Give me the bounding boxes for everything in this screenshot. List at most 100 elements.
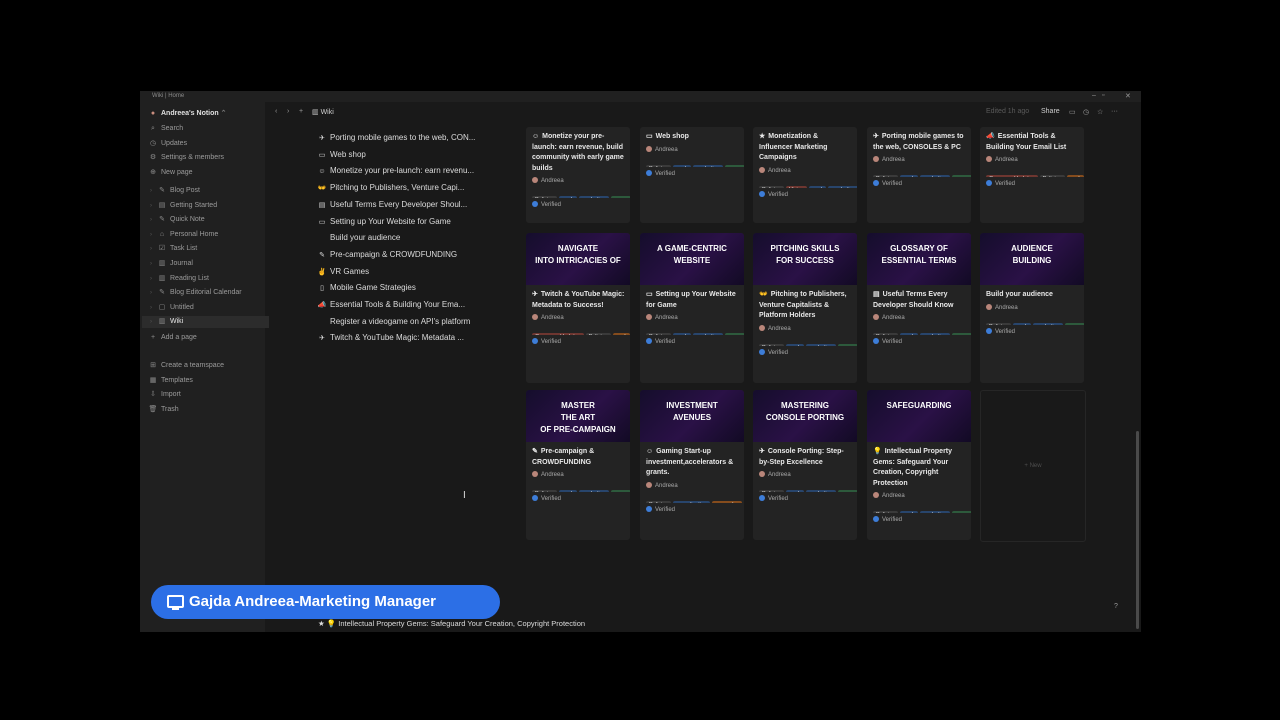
- sidebar-page-quick-note[interactable]: › ✎ Quick Note: [150, 214, 205, 226]
- card-tags: Policiesworkmarketinggame: [640, 321, 744, 335]
- sidebar-trash[interactable]: 🗑 Trash: [148, 404, 179, 416]
- list-item[interactable]: ▤ Useful Terms Every Developer Shoul...: [316, 198, 468, 212]
- gallery-card[interactable]: SAFEGUARDING 💡 Intellectual Property Gems:…: [867, 390, 971, 540]
- page-icon: ✎: [159, 216, 165, 224]
- sidebar-page-reading-list[interactable]: › ▥ Reading List: [150, 273, 209, 285]
- gallery-card[interactable]: NAVIGATE INTO INTRICACIES OF ✈ Twitch & Yo…: [526, 233, 630, 383]
- sidebar-page-wiki[interactable]: › ▥ Wiki: [142, 316, 269, 329]
- gallery-card[interactable]: MASTERING CONSOLE PORTING ✈ Console Portin…: [753, 390, 857, 540]
- author-name: Andreea: [882, 493, 905, 499]
- sidebar-templates[interactable]: ▦ Templates: [148, 375, 193, 387]
- sidebar-page-getting-started[interactable]: › ▤ Getting Started: [150, 200, 217, 212]
- verified-icon: [532, 338, 538, 344]
- back-icon[interactable]: ‹: [275, 108, 277, 115]
- gallery-card[interactable]: ★ Monetization & Influencer Marketing Cam…: [753, 127, 857, 223]
- card-author: Andreea: [526, 174, 630, 184]
- sidebar-create-a-teamspace[interactable]: ⊞ Create a teamspace: [148, 360, 224, 372]
- help-button[interactable]: ?: [1114, 603, 1118, 610]
- breadcrumb[interactable]: ▥ Wiki: [312, 108, 334, 116]
- list-item[interactable]: ▭ Web shop: [316, 148, 366, 162]
- list-item[interactable]: ✈ Porting mobile games to the web, CON...: [316, 131, 475, 145]
- tag-badge: Policies: [759, 343, 784, 346]
- chevron-right-icon[interactable]: ›: [150, 185, 157, 197]
- verified-label: Verified: [768, 191, 789, 198]
- card-title-text: Twitch & YouTube Magic: Metadata to Succ…: [532, 291, 625, 309]
- sidebar-page-untitled[interactable]: › ▢ Untitled: [150, 302, 194, 314]
- chevron-right-icon[interactable]: ›: [150, 243, 157, 255]
- more-icon[interactable]: ···: [1111, 108, 1118, 115]
- sidebar-new-page[interactable]: ⊕ New page: [148, 167, 192, 179]
- tag-badge: work: [785, 343, 804, 346]
- comment-icon[interactable]: ▭: [1069, 108, 1076, 116]
- list-item[interactable]: 👐 Pitching to Publishers, Venture Capi...: [316, 181, 465, 195]
- card-title-text: Essential Tools & Building Your Email Li…: [986, 133, 1067, 151]
- sidebar-settings-members[interactable]: ⚙ Settings & members: [148, 152, 224, 164]
- gallery-card[interactable]: ✈ Porting mobile games to the web, CONSOL…: [867, 127, 971, 223]
- page-icon: ☺: [318, 168, 326, 176]
- share-button[interactable]: Share: [1041, 108, 1060, 115]
- sidebar-page-personal-home[interactable]: › ⌂ Personal Home: [150, 229, 218, 241]
- list-item[interactable]: ✌ VR Games: [316, 265, 369, 279]
- sidebar-page-blog-editorial-calendar[interactable]: › ✎ Blog Editorial Calendar: [150, 287, 242, 299]
- tag-badge: work: [785, 490, 804, 492]
- chevron-right-icon[interactable]: ›: [150, 273, 157, 285]
- forward-icon[interactable]: ›: [287, 108, 289, 115]
- card-title-text: Web shop: [655, 133, 689, 140]
- sidebar-updates[interactable]: ◷ Updates: [148, 138, 187, 150]
- list-item[interactable]: Build your audience: [330, 231, 400, 245]
- chevron-right-icon[interactable]: ›: [150, 287, 157, 299]
- page-icon: ▯: [320, 285, 324, 293]
- history-icon[interactable]: ◷: [1083, 108, 1089, 116]
- maximize-icon[interactable]: ▫: [1102, 92, 1104, 99]
- close-icon[interactable]: ✕: [1125, 92, 1131, 100]
- chevron-right-icon[interactable]: ›: [150, 200, 157, 212]
- list-item[interactable]: ▭ Setting up Your Website for Game: [316, 215, 451, 229]
- gallery-card[interactable]: MASTER THE ART OF PRE-CAMPAIGN ✎ Pre-campa…: [526, 390, 630, 540]
- card-tags: Company UpdatesPolicieswork: [526, 321, 630, 335]
- list-item[interactable]: ▯ Mobile Game Strategies: [316, 281, 416, 295]
- card-title-text: Console Porting: Step-by-Step Excellence: [759, 448, 844, 466]
- list-item[interactable]: 📣 Essential Tools & Building Your Ema...: [316, 298, 465, 312]
- gallery-card[interactable]: AUDIENCE BUILDING Build your audience Andr…: [980, 233, 1084, 383]
- gallery-card[interactable]: ▭Web shopAndreeaPoliciesworkmarketinggam…: [640, 127, 744, 223]
- tag-badge: Vision: [785, 185, 807, 188]
- list-item[interactable]: ✎ Pre-campaign & CROWDFUNDING: [316, 248, 457, 262]
- plus-icon[interactable]: +: [299, 108, 303, 115]
- list-item[interactable]: Register a videogame on API's platform: [330, 315, 470, 329]
- avatar: [986, 156, 992, 162]
- title-bar: Wiki | Home – ▫ ✕: [140, 91, 1141, 102]
- gallery-card[interactable]: PITCHING SKILLS FOR SUCCESS 👐 Pitching to …: [753, 233, 857, 383]
- add-page-button[interactable]: + Add a page: [148, 332, 197, 344]
- gallery-card[interactable]: A GAME-CENTRIC WEBSITE ▭ Setting up Your W…: [640, 233, 744, 383]
- new-card-button[interactable]: + New: [980, 390, 1086, 542]
- gallery-card[interactable]: GLOSSARY OF ESSENTIAL TERMS ▤ Useful Terms…: [867, 233, 971, 383]
- verified-status: Verified: [753, 188, 857, 203]
- chevron-right-icon[interactable]: ›: [150, 302, 157, 314]
- list-item[interactable]: ☺ Monetize your pre-launch: earn revenu..…: [316, 164, 474, 178]
- chevron-right-icon[interactable]: ›: [150, 258, 157, 270]
- footer-list-item[interactable]: ★ 💡 Intellectual Property Gems: Safeguar…: [318, 619, 585, 628]
- favorite-icon[interactable]: ☆: [1097, 108, 1103, 116]
- gallery-card[interactable]: INVESTMENT AVENUES ☺ Gaming Start-up inves…: [640, 390, 744, 540]
- card-title-text: Porting mobile games to the web, CONSOLE…: [873, 133, 964, 151]
- author-name: Andreea: [768, 325, 791, 332]
- sidebar-page-blog-post[interactable]: › ✎ Blog Post: [150, 185, 200, 197]
- sidebar-import[interactable]: ⇩ Import: [148, 389, 181, 401]
- card-author: Andreea: [867, 489, 971, 499]
- chevron-right-icon[interactable]: ›: [150, 316, 157, 328]
- scrollbar[interactable]: [1136, 431, 1139, 629]
- gear-icon: ⚙: [149, 154, 157, 161]
- page-icon: ☑: [158, 245, 166, 253]
- chevron-right-icon[interactable]: ›: [150, 229, 157, 241]
- sidebar-page-journal[interactable]: › ▥ Journal: [150, 258, 193, 270]
- gallery-card[interactable]: ☺ Monetize your pre-launch: earn revenue,…: [526, 127, 630, 223]
- chevron-right-icon[interactable]: ›: [150, 214, 157, 226]
- minimize-icon[interactable]: –: [1092, 92, 1096, 99]
- gallery-card[interactable]: 📣 Essential Tools & Building Your Email L…: [980, 127, 1084, 223]
- sidebar-page-task-list[interactable]: › ☑ Task List: [150, 243, 197, 255]
- workspace-switcher[interactable]: ● Andreea's Notion ⌃: [148, 108, 227, 120]
- card-title: ▭ Setting up Your Website for Game: [640, 285, 744, 311]
- sidebar-search[interactable]: ⌕ Search: [148, 123, 183, 135]
- list-item[interactable]: ✈ Twitch & YouTube Magic: Metadata ...: [316, 331, 464, 345]
- verified-label: Verified: [541, 339, 562, 345]
